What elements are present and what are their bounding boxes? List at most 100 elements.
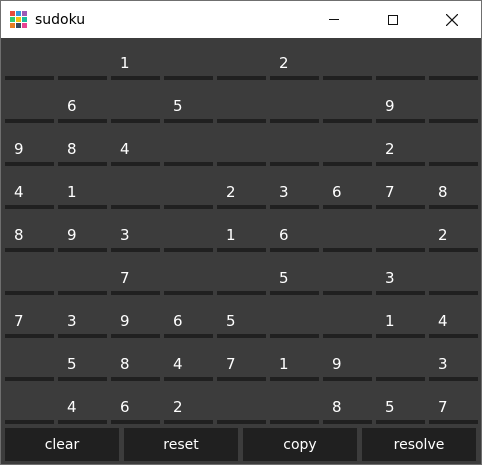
sudoku-cell[interactable] [5,349,54,392]
maximize-button[interactable] [363,1,422,38]
sudoku-cell[interactable]: 3 [429,349,478,392]
sudoku-cell[interactable] [429,134,478,177]
sudoku-cell[interactable]: 9 [376,91,425,134]
app-icon-tile [16,10,21,16]
sudoku-cell[interactable]: 3 [111,220,160,263]
sudoku-cell[interactable]: 1 [376,306,425,349]
resolve-button[interactable]: resolve [362,428,476,461]
sudoku-cell[interactable]: 4 [5,177,54,220]
sudoku-cell[interactable]: 6 [164,306,213,349]
title-bar[interactable]: sudoku [1,1,481,38]
cell-underline [111,205,160,209]
sudoku-cell[interactable]: 3 [376,263,425,306]
sudoku-cell[interactable]: 1 [270,349,319,392]
sudoku-cell[interactable] [217,134,266,177]
sudoku-cell[interactable]: 9 [111,306,160,349]
sudoku-cell[interactable]: 7 [111,263,160,306]
sudoku-cell[interactable] [164,177,213,220]
sudoku-cell[interactable]: 8 [111,349,160,392]
sudoku-cell[interactable]: 5 [270,263,319,306]
cell-value: 1 [385,312,395,330]
sudoku-cell[interactable]: 2 [270,48,319,91]
sudoku-cell[interactable] [58,48,107,91]
sudoku-cell[interactable] [164,263,213,306]
sudoku-cell[interactable] [111,91,160,134]
sudoku-cell[interactable] [323,48,372,91]
sudoku-cell[interactable] [376,220,425,263]
sudoku-cell[interactable]: 1 [111,48,160,91]
sudoku-cell[interactable]: 7 [376,177,425,220]
cell-value: 3 [385,269,395,287]
sudoku-cell[interactable] [164,48,213,91]
sudoku-cell[interactable]: 7 [217,349,266,392]
cell-value: 4 [173,355,183,373]
cell-value: 5 [279,269,289,287]
sudoku-cell[interactable]: 6 [58,91,107,134]
sudoku-cell[interactable]: 4 [164,349,213,392]
cell-underline [429,420,478,424]
sudoku-cell[interactable] [429,91,478,134]
sudoku-cell[interactable] [376,349,425,392]
sudoku-cell[interactable]: 9 [58,220,107,263]
sudoku-cell[interactable] [217,263,266,306]
sudoku-cell[interactable]: 1 [58,177,107,220]
app-icon-tile [22,16,27,22]
cell-value: 7 [438,398,448,416]
sudoku-cell[interactable]: 7 [5,306,54,349]
cell-value: 6 [279,226,289,244]
cell-underline [111,420,160,424]
copy-button[interactable]: copy [243,428,357,461]
sudoku-cell[interactable]: 4 [429,306,478,349]
sudoku-cell[interactable]: 5 [164,91,213,134]
sudoku-cell[interactable] [429,48,478,91]
sudoku-cell[interactable]: 6 [270,220,319,263]
reset-button[interactable]: reset [124,428,238,461]
sudoku-cell[interactable] [270,134,319,177]
cell-underline [323,76,372,80]
sudoku-cell[interactable]: 6 [323,177,372,220]
sudoku-cell[interactable] [164,220,213,263]
sudoku-cell[interactable]: 8 [429,177,478,220]
cell-underline [111,248,160,252]
sudoku-cell[interactable] [323,306,372,349]
sudoku-cell[interactable]: 5 [58,349,107,392]
sudoku-cell[interactable] [270,91,319,134]
sudoku-cell[interactable]: 9 [323,349,372,392]
sudoku-cell[interactable] [323,91,372,134]
sudoku-cell[interactable] [376,48,425,91]
sudoku-cell[interactable] [58,263,107,306]
sudoku-cell[interactable] [164,134,213,177]
sudoku-grid: 1 2 6 5 9 9 8 4 2 4 1 2 3 6 7 8 8 9 3 1 6 2 7 5 3 7 3 9 6 5 1 4 5 8 4 7 1 9 3 4… [5,48,478,435]
sudoku-cell[interactable]: 8 [58,134,107,177]
sudoku-cell[interactable]: 5 [217,306,266,349]
cell-underline [111,119,160,123]
sudoku-cell[interactable] [323,263,372,306]
sudoku-cell[interactable] [217,91,266,134]
cell-underline [270,205,319,209]
cell-value: 1 [120,54,130,72]
sudoku-cell[interactable]: 3 [58,306,107,349]
sudoku-cell[interactable]: 2 [376,134,425,177]
sudoku-cell[interactable] [429,263,478,306]
sudoku-cell[interactable] [5,263,54,306]
sudoku-cell[interactable]: 2 [217,177,266,220]
cell-underline [58,119,107,123]
cell-value: 6 [173,312,183,330]
clear-button[interactable]: clear [5,428,119,461]
minimize-button[interactable] [304,1,363,38]
sudoku-cell[interactable] [217,48,266,91]
sudoku-cell[interactable]: 2 [429,220,478,263]
sudoku-cell[interactable]: 4 [111,134,160,177]
sudoku-cell[interactable]: 9 [5,134,54,177]
sudoku-cell[interactable] [323,134,372,177]
sudoku-cell[interactable] [5,48,54,91]
sudoku-cell[interactable] [323,220,372,263]
sudoku-cell[interactable] [270,306,319,349]
sudoku-cell[interactable]: 3 [270,177,319,220]
close-button[interactable] [422,1,481,38]
cell-value: 6 [332,183,342,201]
sudoku-cell[interactable]: 8 [5,220,54,263]
sudoku-cell[interactable] [5,91,54,134]
sudoku-cell[interactable]: 1 [217,220,266,263]
sudoku-cell[interactable] [111,177,160,220]
